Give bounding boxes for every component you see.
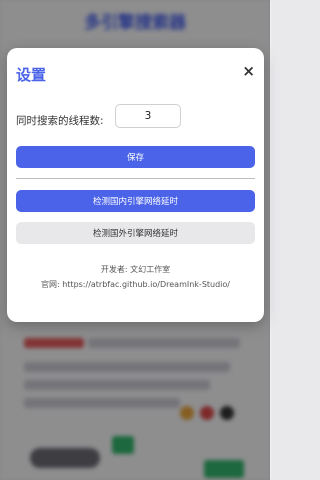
developer-info: 开发者: 文幻工作室 bbox=[100, 265, 171, 274]
website-link[interactable]: 官网: https://atrbfac.github.io/DreamInk-S… bbox=[7, 279, 264, 290]
check-foreign-latency-button[interactable]: 检测国外引擎网络延时 bbox=[16, 222, 255, 244]
thread-count-input[interactable] bbox=[115, 104, 181, 128]
modal-title: 设置 bbox=[16, 66, 47, 84]
thread-count-label: 同时搜索的线程数: bbox=[16, 115, 104, 127]
close-icon[interactable]: × bbox=[242, 64, 255, 79]
check-domestic-latency-button[interactable]: 检测国内引擎网络延时 bbox=[16, 190, 255, 212]
save-button[interactable]: 保存 bbox=[16, 146, 255, 168]
divider bbox=[16, 178, 255, 179]
settings-modal: 设置 × 同时搜索的线程数: 保存 检测国内引擎网络延时 检测国外引擎网络延时 … bbox=[7, 48, 264, 322]
